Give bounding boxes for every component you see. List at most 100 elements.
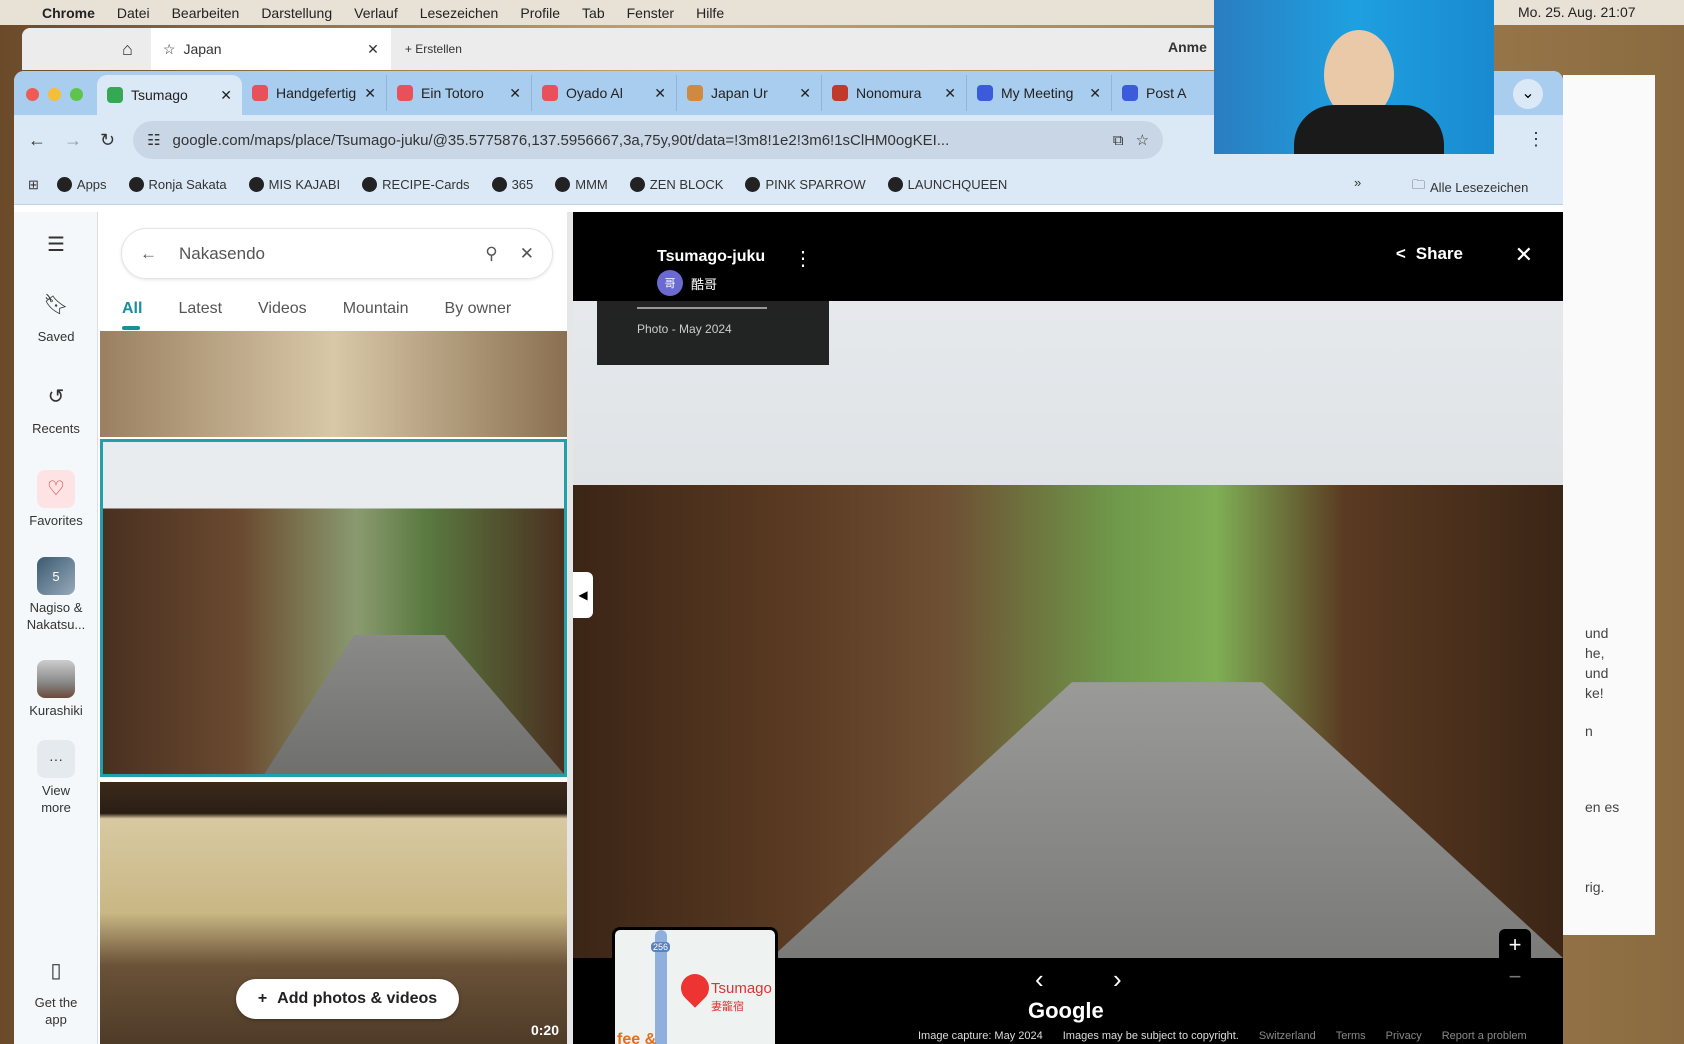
sign-in-button[interactable]: Anme (1168, 39, 1207, 55)
collapse-panel-button[interactable]: ◀ (573, 572, 593, 618)
menu-verlauf[interactable]: Verlauf (354, 5, 398, 21)
bookmark-item[interactable]: ZEN BLOCK (629, 177, 723, 192)
browser-tab[interactable]: Oyado Al ✕ (532, 75, 677, 111)
close-icon[interactable]: ✕ (367, 41, 379, 58)
photo-thumbnail-selected[interactable] (100, 439, 567, 777)
menu-tab[interactable]: Tab (582, 5, 605, 21)
tab-mountain[interactable]: Mountain (343, 300, 409, 318)
tab-by-owner[interactable]: By owner (445, 300, 512, 318)
menu-fenster[interactable]: Fenster (627, 5, 674, 21)
menu-datei[interactable]: Datei (117, 5, 150, 21)
menu-darstellung[interactable]: Darstellung (261, 5, 332, 21)
browser-tab[interactable]: Tsumago ✕ (97, 75, 242, 115)
bookmark-item[interactable]: RECIPE-Cards (362, 177, 470, 192)
tab-latest[interactable]: Latest (178, 300, 222, 318)
close-tab-icon[interactable]: ✕ (1089, 85, 1101, 102)
rail-recents[interactable]: ↺ Recents (14, 378, 98, 437)
apps-grid-icon[interactable]: ⊞ (28, 177, 39, 193)
more-bookmarks-icon[interactable]: » (1354, 175, 1361, 190)
site-settings-icon[interactable]: ☷ (147, 131, 160, 149)
search-input[interactable]: Nakasendo (179, 244, 463, 264)
install-icon[interactable]: ⧉ (1113, 132, 1124, 149)
window-close-button[interactable] (26, 88, 39, 101)
rail-get-app[interactable]: ▯ Get the app (14, 952, 98, 1028)
close-tab-icon[interactable]: ✕ (799, 85, 811, 102)
create-button[interactable]: + Erstellen (405, 42, 462, 56)
window-minimize-button[interactable] (48, 88, 61, 101)
more-vert-icon[interactable]: ⋮ (793, 246, 813, 271)
close-tab-icon[interactable]: ✕ (509, 85, 521, 102)
rail-list-nagiso[interactable]: 5 Nagiso & Nakatsu... (14, 557, 98, 633)
bookmark-item[interactable]: Ronja Sakata (128, 177, 227, 192)
rail-list-kurashiki[interactable]: Kurashiki (14, 660, 98, 719)
rail-favorites[interactable]: ♡ Favorites (14, 470, 98, 529)
report-problem-link[interactable]: Report a problem (1442, 1030, 1527, 1042)
window-zoom-button[interactable] (70, 88, 83, 101)
menu-hilfe[interactable]: Hilfe (696, 5, 724, 21)
search-icon[interactable]: ⚲ (485, 244, 497, 264)
back-icon[interactable]: ← (28, 130, 46, 151)
photo-thumbnail[interactable] (100, 331, 567, 437)
contributor[interactable]: 哥酷哥 (657, 270, 717, 296)
doc-text: he, (1585, 645, 1605, 661)
share-button[interactable]: < Share (1396, 244, 1463, 264)
menu-lesezeichen[interactable]: Lesezeichen (420, 5, 499, 21)
home-icon[interactable]: ⌂ (122, 39, 133, 60)
bookmark-star-icon[interactable]: ☆ (1136, 131, 1149, 149)
tab-videos[interactable]: Videos (258, 300, 307, 318)
url-text[interactable]: google.com/maps/place/Tsumago-juku/@35.5… (173, 132, 1101, 149)
privacy-link[interactable]: Privacy (1386, 1030, 1422, 1042)
bookmark-item[interactable]: LAUNCHQUEEN (887, 177, 1007, 192)
favicon-icon (687, 85, 703, 101)
bookmark-item[interactable]: 365 (491, 177, 533, 192)
reload-icon[interactable]: ↻ (100, 130, 115, 151)
place-title[interactable]: Tsumago-juku (657, 248, 765, 266)
browser-tab[interactable]: Ein Totoro ✕ (387, 75, 532, 111)
close-tab-icon[interactable]: ✕ (364, 85, 376, 102)
rail-view-more[interactable]: ··· View more (14, 740, 98, 816)
bookmark-item[interactable]: Apps (56, 177, 107, 192)
back-arrow-icon[interactable]: ← (140, 244, 157, 264)
previous-photo-icon[interactable]: ‹ (1035, 964, 1044, 995)
all-bookmarks[interactable]: 🗀 Alle Lesezeichen (1412, 176, 1528, 198)
menu-chrome[interactable]: Chrome (42, 5, 95, 21)
minimap[interactable]: 256 Tsumago妻籠宿 fee & offee) (612, 927, 778, 1044)
zoom-control[interactable]: + − (1499, 929, 1531, 997)
menu-bearbeiten[interactable]: Bearbeiten (172, 5, 240, 21)
doc-text: en es (1585, 799, 1620, 815)
rail-saved[interactable]: 🔖︎ Saved (14, 286, 98, 345)
map-pin-icon (675, 968, 715, 1008)
zoom-out-icon[interactable]: − (1499, 961, 1531, 993)
bookmark-item[interactable]: MMM (555, 177, 608, 192)
region-link[interactable]: Switzerland (1259, 1030, 1316, 1042)
forward-icon[interactable]: → (64, 130, 82, 151)
tab-japan[interactable]: ☆ Japan ✕ (150, 28, 391, 70)
bookmark-item[interactable]: PINK SPARROW (745, 177, 866, 192)
street-photo[interactable] (573, 301, 1563, 958)
close-tab-icon[interactable]: ✕ (944, 85, 956, 102)
close-viewer-icon[interactable]: ✕ (1515, 242, 1533, 268)
menu-icon[interactable]: ☰ (14, 226, 98, 268)
zoom-in-icon[interactable]: + (1499, 929, 1531, 961)
next-photo-icon[interactable]: › (1113, 964, 1122, 995)
tab-all[interactable]: All (122, 300, 142, 330)
address-bar[interactable]: ☷ google.com/maps/place/Tsumago-juku/@35… (133, 121, 1164, 159)
browser-tab[interactable]: Japan Ur ✕ (677, 75, 822, 111)
search-box[interactable]: ← Nakasendo ⚲ ✕ (121, 228, 553, 279)
doc-text: und (1585, 625, 1609, 641)
terms-link[interactable]: Terms (1336, 1030, 1366, 1042)
close-tab-icon[interactable]: ✕ (654, 85, 666, 102)
browser-tab[interactable]: My Meeting ✕ (967, 75, 1112, 111)
clear-icon[interactable]: ✕ (520, 244, 534, 264)
share-icon: < (1395, 244, 1406, 263)
browser-tab[interactable]: Nonomura ✕ (822, 75, 967, 111)
more-menu-icon[interactable]: ⋮ (1527, 129, 1545, 150)
bookmark-item[interactable]: MIS KAJABI (248, 177, 340, 192)
doc-text: ke! (1585, 685, 1604, 701)
tab-title: Nonomura (856, 85, 922, 101)
tab-search-chevron-icon[interactable]: ⌄ (1513, 79, 1543, 109)
close-tab-icon[interactable]: ✕ (220, 87, 232, 104)
menu-profile[interactable]: Profile (520, 5, 560, 21)
add-photos-button[interactable]: + Add photos & videos (236, 979, 459, 1019)
browser-tab[interactable]: Handgefertigt ✕ (242, 75, 387, 111)
